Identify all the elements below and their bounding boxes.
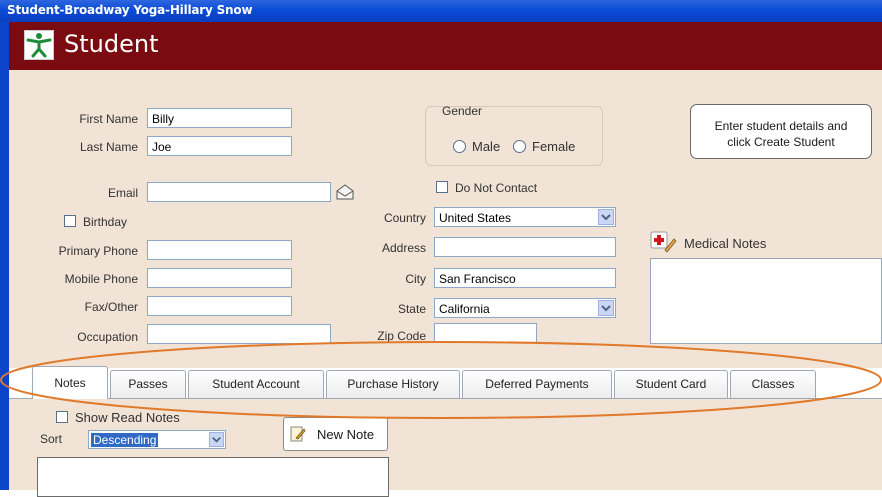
chevron-down-icon[interactable] (598, 300, 614, 316)
city-label: City (405, 272, 426, 286)
do-not-contact-label: Do Not Contact (455, 181, 538, 195)
country-label: Country (383, 211, 426, 225)
country-select[interactable]: United States (434, 207, 616, 227)
instruction-line-2: click Create Student (727, 135, 835, 149)
gender-legend: Gender (442, 104, 483, 118)
state-label: State (397, 302, 426, 316)
medical-cross-icon (650, 230, 678, 254)
gender-female-radio[interactable] (513, 140, 526, 153)
email-field[interactable] (147, 182, 331, 202)
notes-list[interactable] (37, 457, 389, 497)
page-title: Student (64, 30, 159, 58)
gender-male-label: Male (472, 139, 501, 154)
mobile-phone-label: Mobile Phone (64, 272, 138, 286)
highlight-ellipse (0, 341, 882, 419)
new-note-button[interactable]: New Note (283, 417, 388, 451)
mobile-phone-field[interactable] (147, 268, 292, 288)
note-pencil-icon (290, 426, 306, 442)
medical-notes-textarea[interactable] (650, 258, 882, 344)
fax-other-label: Fax/Other (84, 300, 138, 314)
chevron-down-icon[interactable] (598, 209, 614, 225)
primary-phone-field[interactable] (147, 240, 292, 260)
chevron-down-icon[interactable] (209, 432, 224, 447)
medical-notes-label: Medical Notes (684, 236, 767, 251)
fax-other-field[interactable] (147, 296, 292, 316)
last-name-field[interactable]: Joe (147, 136, 292, 156)
new-note-label: New Note (317, 427, 375, 442)
first-name-field[interactable]: Billy (147, 108, 292, 128)
city-field[interactable]: San Francisco (434, 268, 616, 288)
state-value: California (439, 302, 490, 316)
gender-male-radio[interactable] (453, 140, 466, 153)
yoga-figure-icon (24, 30, 54, 60)
address-field[interactable] (434, 237, 616, 257)
address-label: Address (381, 241, 426, 255)
window-title: Student-Broadway Yoga-Hillary Snow (7, 3, 253, 17)
birthday-checkbox[interactable] (64, 215, 76, 227)
do-not-contact-checkbox[interactable] (436, 181, 448, 193)
primary-phone-label: Primary Phone (58, 244, 138, 258)
country-value: United States (439, 211, 512, 225)
last-name-label: Last Name (79, 140, 138, 154)
birthday-label: Birthday (83, 215, 128, 229)
instruction-tooltip: Enter student details and click Create S… (690, 104, 872, 159)
email-label: Email (107, 186, 138, 200)
page-header: Student (9, 22, 882, 70)
instruction-line-1: Enter student details and (714, 119, 848, 133)
envelope-icon[interactable] (336, 184, 354, 200)
sort-value: Descending (91, 433, 159, 447)
first-name-label: First Name (79, 112, 138, 126)
gender-female-label: Female (532, 139, 576, 154)
window-titlebar: Student-Broadway Yoga-Hillary Snow (0, 0, 882, 22)
sort-label: Sort (40, 432, 63, 446)
sort-select[interactable]: Descending (88, 430, 226, 449)
state-select[interactable]: California (434, 298, 616, 318)
